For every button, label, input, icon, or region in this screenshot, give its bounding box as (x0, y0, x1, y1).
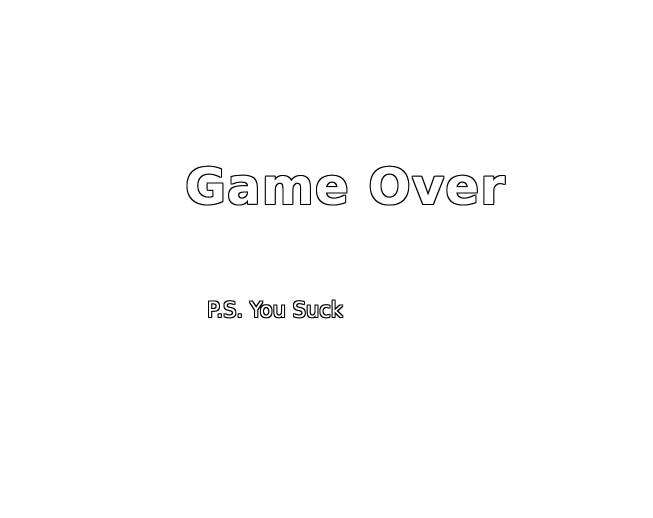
game-over-subtitle: P.S. You Suck (207, 298, 343, 322)
game-over-title: Game Over (185, 158, 506, 216)
game-over-screen: Game Over P.S. You Suck (0, 0, 653, 518)
